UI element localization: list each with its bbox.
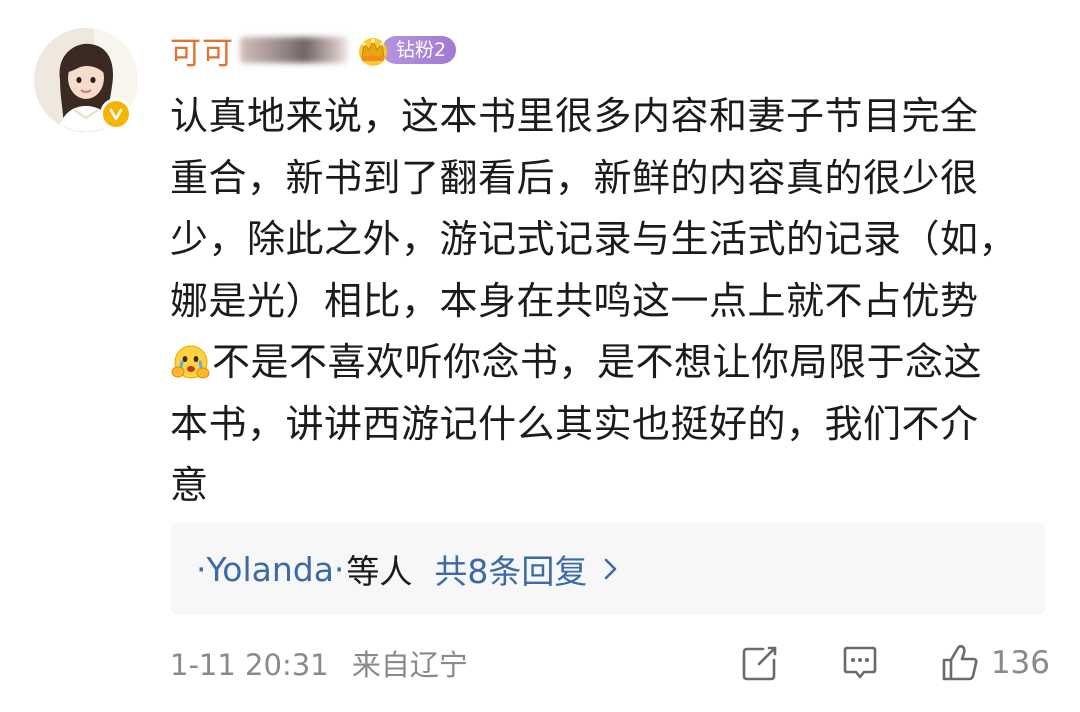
comment-line-text: 不是不喜欢听你念书，是不想让你局限于念这: [212, 340, 983, 384]
reply-users[interactable]: ·Yolanda·: [196, 550, 344, 589]
chevron-right-icon: [605, 558, 617, 580]
comment-line: 本书，讲讲西游记什么其实也挺好的，我们不介: [170, 401, 979, 446]
reply-etc-label: 等人: [346, 552, 413, 591]
comment-meta: 1-11 20:31 来自辽宁: [170, 642, 468, 684]
comment-line: 娜是光）相比，本身在共鸣这一点上就不占优势: [170, 278, 979, 323]
fan-badge-label: 钻粉2: [382, 36, 457, 64]
comment-time: 20:31: [245, 648, 329, 682]
fan-level-badge[interactable]: 钻粉2: [354, 33, 457, 67]
comment-icon[interactable]: [839, 642, 881, 684]
comment-actions: 136: [739, 642, 1050, 684]
username-redacted-blur: [240, 37, 348, 63]
verified-badge-icon: [100, 98, 132, 130]
comment-line: 重合，新书到了翻看后，新鲜的内容真的很少很: [170, 155, 979, 200]
reply-count-link[interactable]: 共8条回复: [434, 545, 587, 593]
comment-location: 来自辽宁: [351, 648, 468, 682]
replies-preview[interactable]: ·Yolanda· 等人 共8条回复: [170, 523, 1046, 615]
crown-icon: [359, 38, 387, 66]
comment-line: 认真地来说，这本书里很多内容和妻子节目完全: [170, 94, 979, 138]
comment-footer: 1-11 20:31 来自辽宁 136: [170, 638, 1050, 688]
weibo-comment-card: 可可 钻粉2 认真地来说，这本书里很多内容和妻子节目完全 重合，新书到了翻看后，…: [0, 0, 1080, 712]
comment-line: 不是不喜欢听你念书，是不想让你局限于念这: [170, 332, 1030, 394]
username[interactable]: 可可: [170, 28, 234, 73]
like-count: 136: [990, 645, 1050, 681]
share-icon[interactable]: [739, 642, 781, 684]
crying-hug-emoji-icon: [171, 345, 210, 379]
comment-line: 少，除此之外，游记式记录与生活式的记录（如，: [170, 217, 1018, 261]
comment-date: 1-11: [170, 648, 236, 682]
username-row: 可可 钻粉2: [170, 28, 457, 73]
thumbs-up-icon[interactable]: [939, 642, 981, 684]
comment-line: 意: [170, 463, 209, 507]
comment-body: 认真地来说，这本书里很多内容和妻子节目完全 重合，新书到了翻看后，新鲜的内容真的…: [170, 86, 1030, 517]
